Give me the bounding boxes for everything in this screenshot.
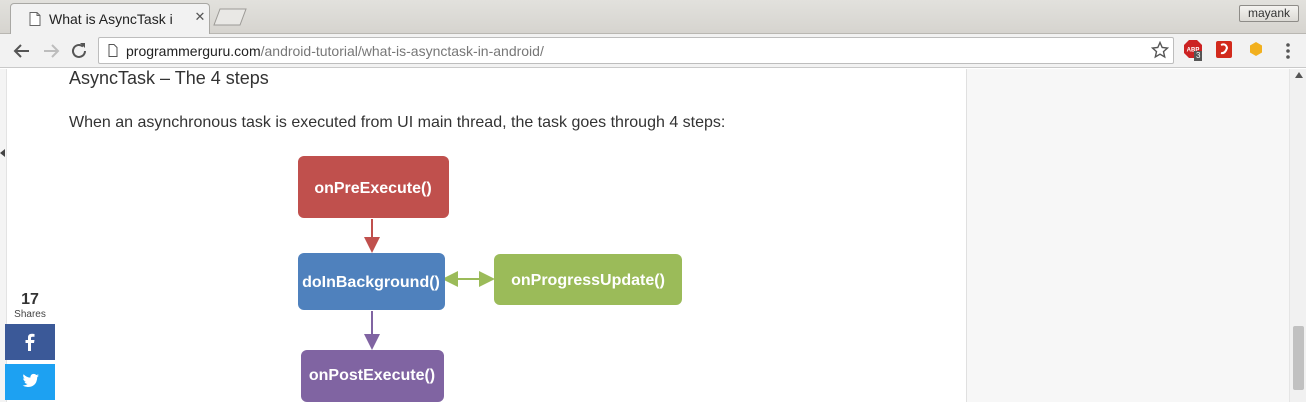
node-label-pre: onPreExecute() (314, 180, 431, 197)
honey-extension-icon[interactable] (1246, 39, 1266, 61)
facebook-share-button[interactable] (5, 324, 55, 360)
node-label-background: doInBackground() (302, 274, 440, 291)
page-icon (29, 12, 41, 26)
pocket-extension-icon[interactable] (1214, 39, 1234, 61)
right-sidebar (966, 69, 1289, 402)
address-bar[interactable]: programmerguru.com/android-tutorial/what… (98, 37, 1174, 64)
collapse-arrow-icon[interactable] (0, 149, 6, 157)
back-icon[interactable] (11, 40, 33, 62)
browser-titlebar: What is AsyncTask i ✕ mayank (0, 0, 1306, 34)
node-on-pre-execute: onPreExecute() (298, 156, 449, 218)
share-count: 17 (21, 291, 39, 308)
node-on-progress-update: onProgressUpdate() (494, 254, 682, 305)
adblock-extension-button[interactable]: ABP 3 (1183, 39, 1203, 61)
vertical-scrollbar[interactable] (1289, 69, 1306, 402)
article-heading: AsyncTask – The 4 steps (69, 69, 269, 88)
node-label-post: onPostExecute() (309, 367, 435, 384)
forward-icon[interactable] (40, 40, 62, 62)
browser-menu-icon[interactable] (1281, 41, 1295, 61)
browser-toolbar: programmerguru.com/android-tutorial/what… (0, 34, 1306, 68)
browser-tab[interactable]: What is AsyncTask i ✕ (10, 3, 210, 34)
reload-icon[interactable] (68, 40, 90, 62)
close-tab-icon[interactable]: ✕ (193, 11, 207, 25)
adblock-badge: 3 (1194, 51, 1203, 61)
node-on-post-execute: onPostExecute() (301, 350, 444, 402)
scroll-up-icon[interactable] (1295, 72, 1303, 78)
page-info-icon[interactable] (108, 44, 118, 57)
bookmark-star-icon[interactable] (1151, 41, 1169, 59)
twitter-share-button[interactable] (5, 364, 55, 400)
share-label: Shares (14, 309, 46, 320)
page-content: AsyncTask – The 4 steps When an asynchro… (0, 69, 1306, 402)
node-do-in-background: doInBackground() (298, 253, 445, 310)
node-label-progress: onProgressUpdate() (511, 272, 665, 289)
scrollbar-thumb[interactable] (1293, 326, 1304, 390)
profile-button[interactable]: mayank (1239, 5, 1299, 22)
url-path: /android-tutorial/what-is-asynctask-in-a… (260, 43, 544, 59)
facebook-icon (25, 333, 35, 351)
asynctask-steps-diagram: onPreExecute() doInBackground() onProgre… (298, 156, 682, 402)
url-text: programmerguru.com/android-tutorial/what… (126, 43, 544, 59)
new-tab-button[interactable] (212, 8, 248, 26)
tab-title: What is AsyncTask i (49, 11, 173, 27)
article-intro: When an asynchronous task is executed fr… (69, 114, 726, 131)
url-host: programmerguru.com (126, 43, 261, 59)
twitter-icon (22, 373, 39, 387)
